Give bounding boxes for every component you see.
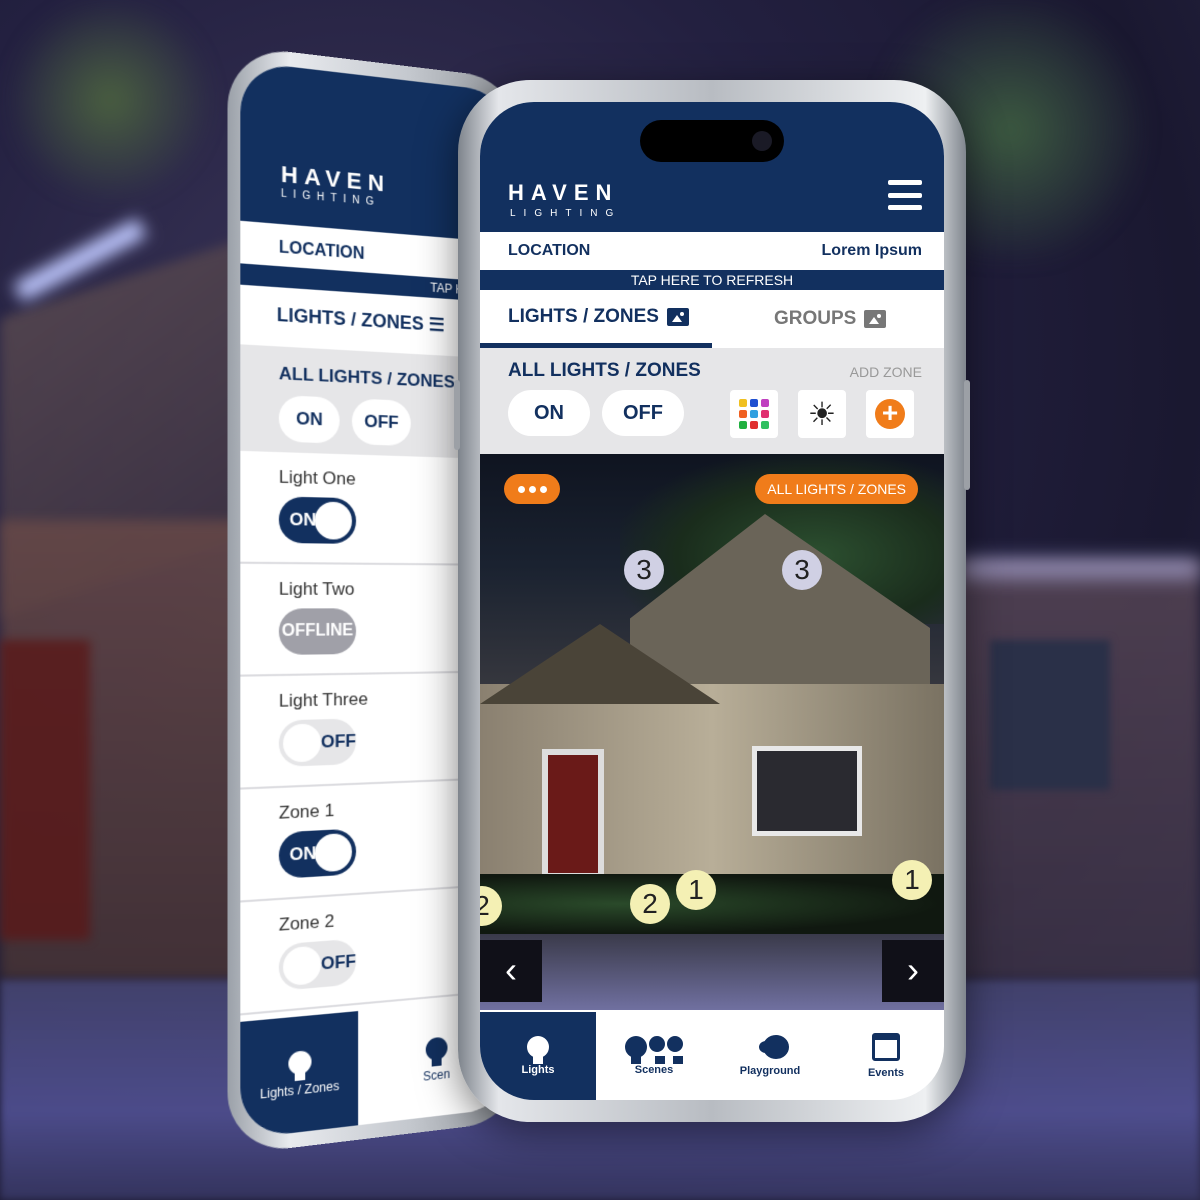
nav-lights[interactable]: Lights bbox=[480, 1012, 596, 1100]
tab-lights-zones[interactable]: LIGHTS / ZONES bbox=[480, 290, 712, 348]
bg-tree bbox=[0, 0, 220, 200]
bulbs-icon bbox=[625, 1036, 683, 1064]
brightness-button[interactable]: ☀ bbox=[798, 390, 846, 438]
nav-label: Lights bbox=[521, 1064, 555, 1076]
bulb-icon bbox=[288, 1049, 312, 1076]
bg-light-glow bbox=[960, 560, 1200, 576]
hamburger-menu-icon[interactable] bbox=[888, 180, 922, 210]
location-value: Lorem Ipsum bbox=[821, 242, 922, 259]
front-phone: HAVEN LIGHTING LOCATION Lorem Ipsum TAP … bbox=[454, 80, 970, 1122]
more-options-button[interactable] bbox=[504, 474, 560, 504]
color-swatch bbox=[739, 421, 747, 429]
color-swatch bbox=[750, 410, 758, 418]
toggle-state: ON bbox=[289, 843, 317, 865]
refresh-bar[interactable]: TAP HERE TO REFRESH bbox=[480, 270, 944, 290]
zone-marker[interactable]: 3 bbox=[624, 550, 664, 590]
dynamic-island bbox=[640, 120, 784, 162]
photo-window bbox=[752, 746, 862, 836]
nav-label: Scen bbox=[423, 1066, 451, 1084]
all-off-button[interactable]: OFF bbox=[602, 390, 684, 436]
all-on-button[interactable]: ON bbox=[278, 395, 340, 444]
zone-marker[interactable]: 3 bbox=[782, 550, 822, 590]
camera-icon bbox=[752, 131, 772, 151]
bulb-icon bbox=[527, 1036, 549, 1064]
logo-subtitle: LIGHTING bbox=[510, 208, 622, 219]
color-swatch bbox=[750, 399, 758, 407]
calendar-icon bbox=[872, 1033, 900, 1061]
toggle-knob bbox=[314, 832, 352, 873]
color-swatch bbox=[750, 421, 758, 429]
toggle-knob bbox=[283, 945, 321, 987]
nav-label: Lights / Zones bbox=[260, 1078, 340, 1102]
photo-driveway bbox=[480, 934, 944, 1010]
tab-label: GROUPS bbox=[774, 308, 857, 329]
color-swatch bbox=[761, 410, 769, 418]
add-button[interactable]: + bbox=[866, 390, 914, 438]
power-button bbox=[964, 380, 970, 490]
nav-label: Scenes bbox=[634, 1064, 674, 1076]
nav-scenes[interactable]: Scenes bbox=[596, 1012, 712, 1100]
color-swatch bbox=[761, 399, 769, 407]
all-lights-section: ALL LIGHTS / ZONES ADD ZONE ON OFF ☀ + bbox=[480, 348, 944, 454]
tab-groups[interactable]: GROUPS bbox=[712, 290, 944, 348]
front-phone-screen: HAVEN LIGHTING LOCATION Lorem Ipsum TAP … bbox=[480, 102, 944, 1100]
light-toggle[interactable]: ON bbox=[278, 496, 357, 544]
nav-label: Playground bbox=[739, 1065, 801, 1077]
plus-icon: + bbox=[875, 399, 905, 429]
photo-door bbox=[542, 749, 604, 879]
bg-window bbox=[990, 640, 1110, 790]
zone-marker[interactable]: 1 bbox=[892, 860, 932, 900]
bulbs-icon bbox=[425, 1036, 448, 1062]
image-icon bbox=[864, 310, 887, 328]
zone-marker[interactable]: 2 bbox=[630, 884, 670, 924]
location-label: LOCATION bbox=[508, 242, 591, 259]
toggle-state: OFF bbox=[320, 730, 357, 752]
zone-toggle[interactable]: OFF bbox=[278, 938, 357, 991]
tab-label: LIGHTS / ZONES bbox=[276, 304, 424, 335]
light-toggle[interactable]: OFF bbox=[278, 718, 357, 767]
nav-label: Events bbox=[867, 1067, 905, 1079]
section-title: ALL LIGHTS / ZONES bbox=[508, 360, 701, 381]
tab-bar: LIGHTS / ZONES GROUPS bbox=[480, 290, 944, 348]
nav-playground[interactable]: Playground bbox=[712, 1012, 828, 1100]
zone-toggle[interactable]: ON bbox=[278, 828, 357, 879]
haven-logo: HAVEN LIGHTING bbox=[281, 161, 390, 210]
sun-icon: ☀ bbox=[807, 396, 837, 432]
volume-button bbox=[454, 380, 460, 450]
moving-ball-icon bbox=[763, 1035, 789, 1059]
all-off-button[interactable]: OFF bbox=[351, 398, 411, 447]
list-icon: ☰ bbox=[428, 313, 445, 336]
color-swatch bbox=[739, 410, 747, 418]
light-toggle[interactable]: OFFLINE bbox=[278, 608, 357, 655]
all-on-button[interactable]: ON bbox=[508, 390, 590, 436]
color-swatch bbox=[761, 421, 769, 429]
next-arrow-button[interactable]: › bbox=[882, 940, 944, 1002]
add-zone-link[interactable]: ADD ZONE bbox=[850, 364, 922, 380]
all-lights-zones-pill[interactable]: ALL LIGHTS / ZONES bbox=[755, 474, 918, 504]
toggle-state: ON bbox=[289, 509, 317, 530]
toggle-state: OFFLINE bbox=[281, 621, 354, 641]
tab-label: LIGHTS / ZONES bbox=[508, 305, 659, 327]
prev-arrow-button[interactable]: ‹ bbox=[480, 940, 542, 1002]
color-picker-button[interactable] bbox=[730, 390, 778, 438]
zone-marker[interactable]: 1 bbox=[676, 870, 716, 910]
toggle-knob bbox=[283, 723, 321, 763]
toggle-state: OFF bbox=[320, 951, 357, 974]
haven-logo: HAVEN LIGHTING bbox=[508, 180, 621, 219]
logo-title: HAVEN bbox=[508, 180, 619, 205]
nav-events[interactable]: Events bbox=[828, 1012, 944, 1100]
house-photo: ALL LIGHTS / ZONES 3 3 2 1 1 2 ‹ › bbox=[480, 454, 944, 1010]
location-row[interactable]: LOCATION Lorem Ipsum bbox=[480, 232, 944, 270]
bottom-nav: Lights Scenes Playground Events bbox=[480, 1012, 944, 1100]
bg-door bbox=[0, 640, 90, 940]
color-swatch bbox=[739, 399, 747, 407]
toggle-knob bbox=[314, 501, 352, 540]
nav-lights-zones[interactable]: Lights / Zones bbox=[240, 1011, 359, 1140]
image-icon bbox=[666, 307, 689, 326]
color-grid-icon bbox=[739, 399, 769, 429]
